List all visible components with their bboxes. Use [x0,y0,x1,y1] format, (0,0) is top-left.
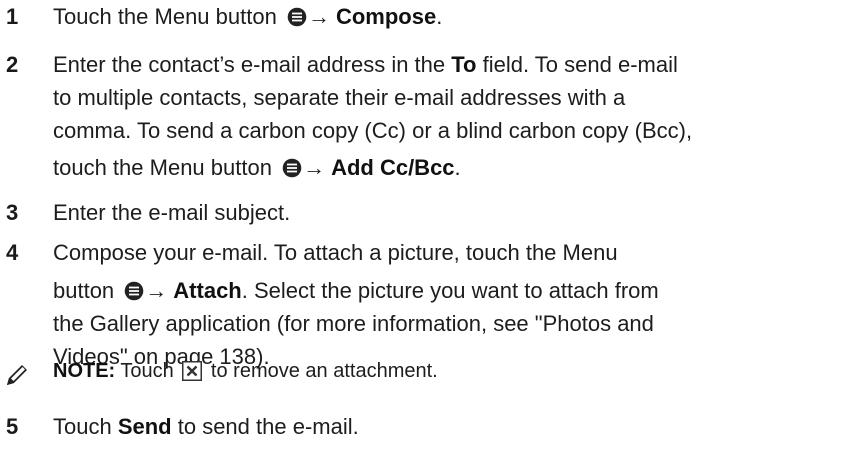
field-name: To [451,52,477,77]
step-line: button → Attach. Select the picture you w… [53,278,659,304]
step-text: Enter the contact’s e-mail address in th… [53,52,452,77]
step-text: . Select the picture you want to attach … [241,278,659,303]
note-text: Touch [115,360,174,382]
menu-command: Add Cc/Bcc [331,155,455,180]
step-line: Touch the Menu button → Compose. [53,4,442,30]
arrow-glyph: → [145,278,168,303]
step-text: field. To send e-mail [476,52,678,77]
step-number: 3 [6,200,19,225]
step-text: . [436,4,443,29]
step-line: Compose your e-mail. To attach a picture… [53,240,618,265]
manual-page: 1 Touch the Menu button → Compose. 2 Ente… [0,0,843,454]
step-line: comma. To send a carbon copy (Cc) or a b… [53,118,693,143]
step-line: Touch Send to send the e-mail. [53,414,359,440]
step-line: Enter the e-mail subject. [53,200,291,225]
menu-command: Compose [335,4,437,29]
step-line: to multiple contacts, separate their e-m… [53,85,626,110]
menu-button-icon [282,158,302,178]
menu-command: Attach [173,278,242,303]
step-text: touch the Menu button [53,155,272,180]
send-command: Send [117,414,172,439]
step-text: . [454,155,461,180]
pencil-note-icon [4,362,30,388]
step-text: button [53,278,115,303]
menu-button-icon [287,7,307,27]
step-number: 4 [6,240,19,265]
arrow-glyph: → [307,4,330,29]
step-line: the Gallery application (for more inform… [53,311,654,336]
note-label: NOTE: [53,360,116,382]
close-box-icon [182,361,203,381]
step-line: touch the Menu button → Add Cc/Bcc. [53,155,461,181]
step-line: Enter the contact’s e-mail address in th… [53,52,678,78]
step-text: to send the e-mail. [171,414,359,439]
step-text: Touch the Menu button [53,4,277,29]
menu-button-icon [124,281,144,301]
note: NOTE: Touch to remove an attachment. [53,360,438,383]
arrow-glyph: → [303,155,326,180]
note-text: to remove an attachment. [210,360,438,382]
step-text: Touch [53,414,118,439]
step-number: 1 [6,4,19,29]
step-number: 5 [6,414,19,439]
step-number: 2 [6,52,19,77]
